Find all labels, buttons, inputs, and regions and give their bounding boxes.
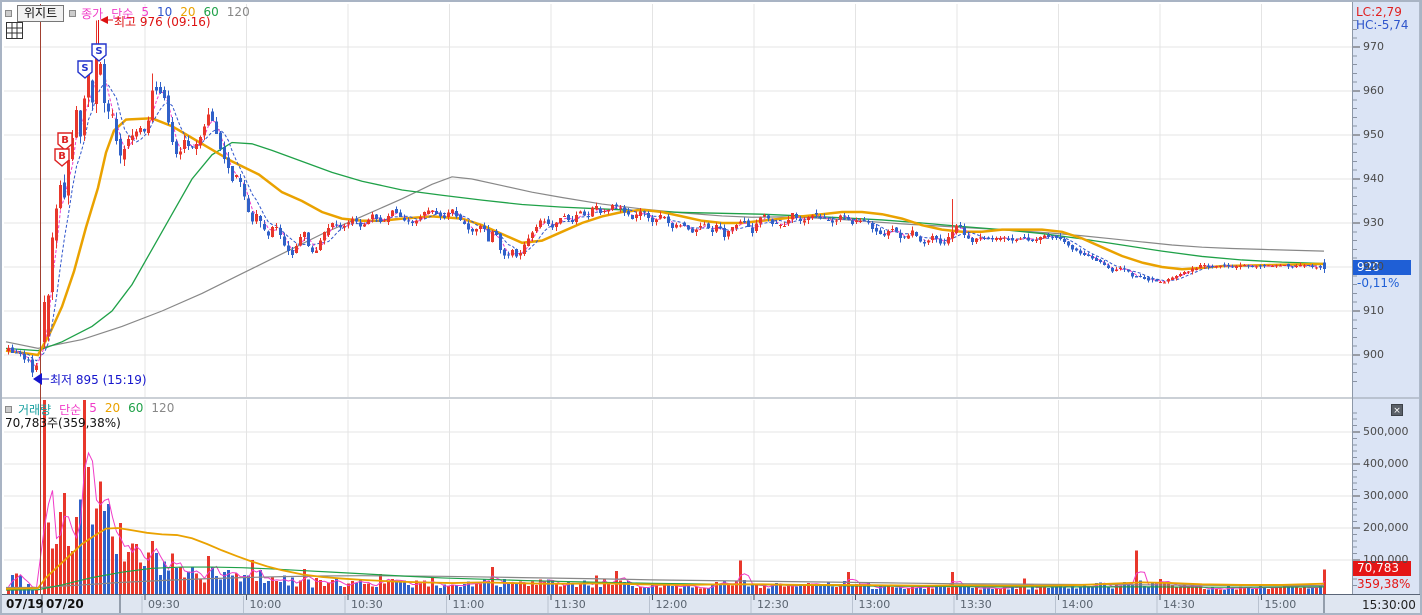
time-tick-label: 14:30	[1163, 598, 1195, 611]
price-tick-label: 960	[1363, 84, 1384, 97]
chart-window: SSBB 위지트 종가 단순 5 10 20 60 120 LC:2,79 HC:-5,74…	[0, 0, 1422, 615]
price-tick-label: 950	[1363, 128, 1384, 141]
volume-legend-item-5: 120	[151, 401, 175, 415]
sell-marker: S	[95, 46, 102, 57]
volume-tick-label: 200,000	[1363, 521, 1409, 534]
time-tick-label: 13:00	[858, 598, 891, 611]
grip-icon[interactable]	[69, 10, 77, 17]
symbol-title-button[interactable]: 위지트	[17, 5, 65, 22]
price-legend-item-6: 120	[226, 5, 250, 19]
time-tick-label: 11:00	[452, 598, 485, 611]
price-tick-label: 930	[1363, 216, 1384, 229]
limit-change-high-label: HC:-5,74	[1356, 18, 1409, 32]
day-high-annotation: 최고 976 (09:16)	[114, 15, 211, 29]
time-tick-label: 11:30	[554, 598, 586, 611]
price-tick-label: 970	[1363, 40, 1384, 53]
sell-marker: S	[81, 63, 88, 74]
day-low-annotation: 최저 895 (15:19)	[50, 373, 147, 387]
grip-icon[interactable]	[5, 10, 12, 17]
time-tick-label: 12:00	[655, 598, 688, 611]
time-tick-label: 13:30	[960, 598, 992, 611]
close-time-label: 15:30:00	[1362, 598, 1416, 612]
volume-summary-label: 70,783주(359,38%)	[5, 416, 121, 430]
price-tick-label: 910	[1363, 304, 1384, 317]
time-tick-label: 12:30	[757, 598, 789, 611]
volume-tick-label: 100,000	[1363, 553, 1409, 566]
grip-icon[interactable]	[5, 406, 12, 413]
current-change-label: -0,11%	[1357, 276, 1400, 290]
price-legend-item-0: 종가	[81, 7, 104, 21]
collapse-pane-icon[interactable]: ×	[1391, 404, 1403, 416]
date-label-current: 07/20	[46, 597, 84, 611]
time-axis-bar[interactable]	[2, 594, 1420, 613]
volume-tick-label: 300,000	[1363, 489, 1409, 502]
volume-tick-label: 500,000	[1363, 425, 1409, 438]
volume-tick-label: 400,000	[1363, 457, 1409, 470]
volume-ratio-label: 359,38%	[1357, 577, 1411, 591]
time-tick-label: 09:30	[148, 598, 180, 611]
time-tick-label: 10:30	[351, 598, 383, 611]
chart-canvas[interactable]: SS BB	[2, 2, 1422, 615]
buy-marker: B	[58, 151, 66, 162]
time-tick-label: 15:00	[1264, 598, 1297, 611]
table-view-icon[interactable]	[6, 22, 23, 39]
price-tick-label: 940	[1363, 172, 1384, 185]
price-tick-label: 920	[1363, 260, 1384, 273]
time-tick-label: 14:00	[1061, 598, 1094, 611]
price-tick-label: 900	[1363, 348, 1384, 361]
time-tick-label: 10:00	[249, 598, 282, 611]
buy-marker: B	[61, 135, 69, 146]
limit-change-low-label: LC:2,79	[1356, 5, 1402, 19]
date-label-prev: 07/19	[6, 597, 44, 611]
volume-legend-item-4: 60	[128, 401, 144, 415]
